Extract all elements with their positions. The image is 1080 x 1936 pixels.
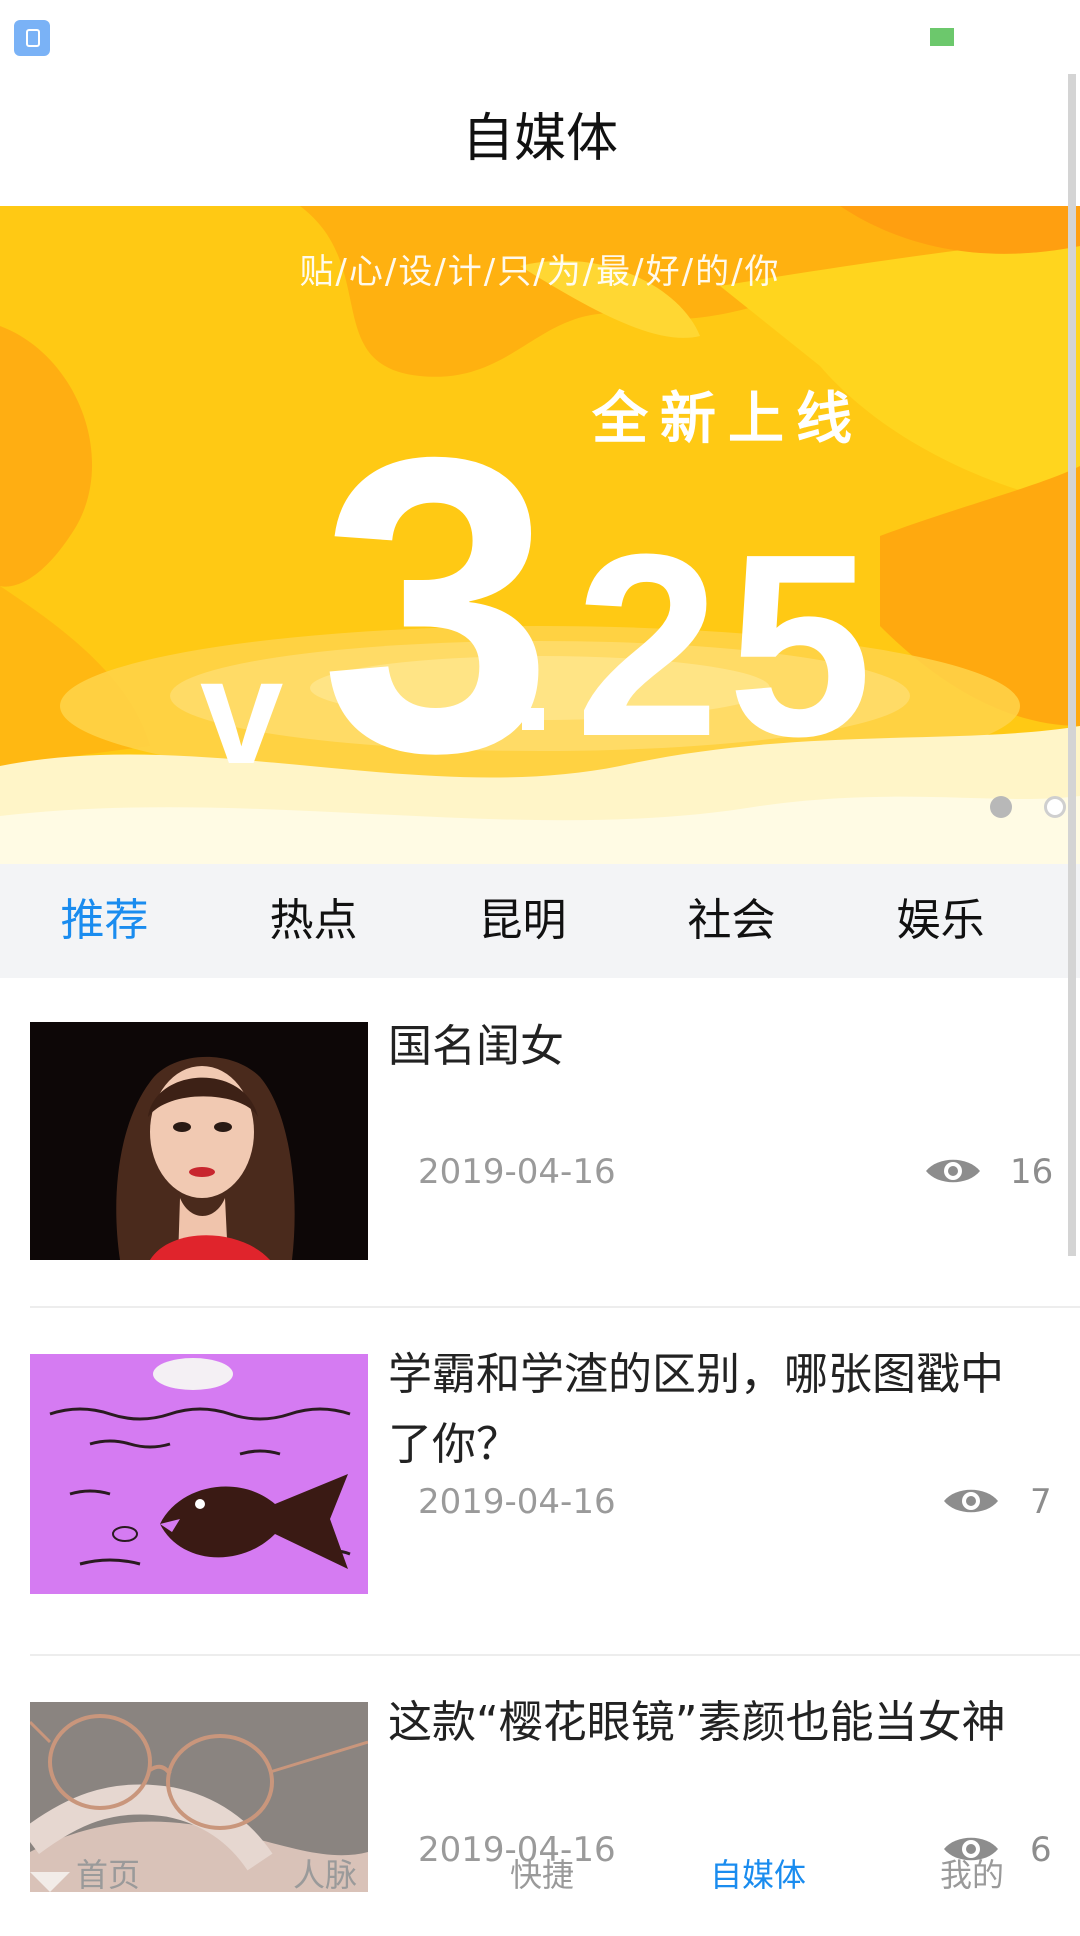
- version-major: 3: [320, 371, 554, 840]
- banner-carousel[interactable]: 贴/心/设/计/只/为/最/好/的/你 全新上线 v 3 25: [0, 206, 1080, 864]
- nav-home[interactable]: 首页: [76, 1850, 140, 1896]
- page-title: 自媒体: [461, 109, 618, 169]
- article-date: 2019-04-16: [418, 1152, 616, 1192]
- tab-entertainment[interactable]: 娱乐: [836, 864, 1045, 978]
- tab-recommend[interactable]: 推荐: [0, 864, 209, 978]
- tab-society[interactable]: 社会: [627, 864, 836, 978]
- nav-shortcuts[interactable]: 快捷: [510, 1850, 574, 1896]
- article-item[interactable]: 国名闺女 2019-04-16 16: [0, 978, 1080, 1308]
- eye-icon: [924, 1154, 982, 1188]
- banner-version-number: v 3 25: [200, 316, 920, 836]
- article-item[interactable]: 学霸和学渣的区别，哪张图戳中了你？ 2019-04-16 7: [0, 1308, 1080, 1656]
- tab-kunming[interactable]: 昆明: [418, 864, 627, 978]
- category-tabs: 推荐 热点 昆明 社会 娱乐: [0, 864, 1080, 978]
- article-thumbnail: [30, 1022, 368, 1260]
- version-minor: 25: [575, 501, 881, 791]
- app-notification-icon: [14, 20, 50, 56]
- article-thumbnail: [30, 1354, 368, 1594]
- title-bar: 自媒体: [0, 72, 1070, 206]
- view-count: 7: [1030, 1482, 1052, 1522]
- tab-hot[interactable]: 热点: [209, 864, 418, 978]
- article-title: 这款“樱花眼镜”素颜也能当女神: [388, 1697, 1006, 1748]
- article-title: 学霸和学渣的区别，哪张图戳中了你？: [388, 1349, 1004, 1470]
- nav-contacts[interactable]: 人脉: [293, 1850, 357, 1896]
- article-title: 国名闺女: [388, 1021, 564, 1072]
- carousel-dot-2[interactable]: [1044, 796, 1066, 818]
- bottom-navigation: 首页 人脉 快捷 自媒体 我的: [0, 1850, 1080, 1920]
- version-prefix: v: [200, 627, 284, 795]
- fish-cartoon-image: [30, 1354, 368, 1594]
- carousel-dot-1[interactable]: [990, 796, 1012, 818]
- article-date: 2019-04-16: [418, 1482, 616, 1522]
- status-bar: [0, 0, 1080, 72]
- battery-icon: [930, 28, 954, 46]
- view-count: 16: [1010, 1152, 1054, 1192]
- banner-tagline: 贴/心/设/计/只/为/最/好/的/你: [299, 252, 781, 292]
- nav-we-media[interactable]: 自媒体: [710, 1850, 806, 1896]
- scrollbar[interactable]: [1068, 74, 1076, 1256]
- version-dot: [522, 708, 544, 730]
- portrait-image: [30, 1022, 368, 1260]
- eye-icon: [942, 1484, 1000, 1518]
- nav-mine[interactable]: 我的: [940, 1850, 1004, 1896]
